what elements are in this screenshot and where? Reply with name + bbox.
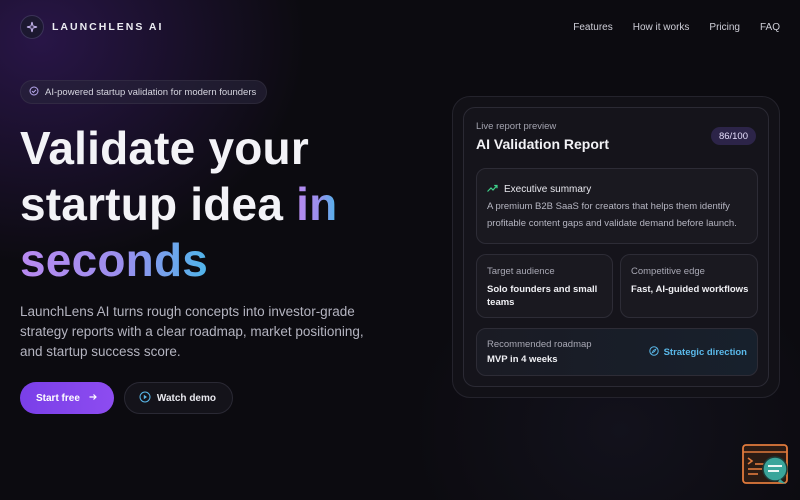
roadmap-box: Recommended roadmap MVP in 4 weeks Strat… bbox=[476, 328, 758, 376]
roadmap-value: MVP in 4 weeks bbox=[487, 354, 558, 365]
play-circle-icon bbox=[139, 391, 151, 406]
compass-icon bbox=[648, 346, 659, 359]
summary-title: Executive summary bbox=[504, 183, 592, 195]
audience-value: Solo founders and small teams bbox=[487, 284, 598, 308]
arrow-right-icon bbox=[88, 392, 98, 405]
headline-line-2: startup idea bbox=[20, 178, 284, 230]
hero-subtext: LaunchLens AI turns rough concepts into … bbox=[20, 304, 364, 359]
audience-label: Target audience bbox=[487, 266, 555, 277]
headline-accent-seconds: seconds bbox=[20, 234, 209, 286]
report-card-inner: Live report preview AI Validation Report… bbox=[463, 107, 769, 387]
headline-line-1: Validate your bbox=[20, 122, 309, 174]
check-circle-icon bbox=[29, 83, 39, 101]
nav-links: Features How it works Pricing FAQ bbox=[573, 22, 780, 33]
headline-accent-in: in bbox=[296, 178, 338, 230]
nav-link-features[interactable]: Features bbox=[573, 22, 612, 33]
start-free-label: Start free bbox=[36, 392, 80, 404]
cta-row: Start free Watch demo bbox=[20, 382, 233, 414]
summary-text: A premium B2B SaaS for creators that hel… bbox=[487, 201, 737, 229]
executive-summary-box: Executive summary A premium B2B SaaS for… bbox=[476, 168, 758, 244]
trend-up-icon bbox=[487, 180, 498, 198]
edge-label: Competitive edge bbox=[631, 266, 705, 277]
report-title: AI Validation Report bbox=[476, 136, 610, 152]
target-audience-box: Target audience Solo founders and small … bbox=[476, 254, 613, 318]
summary-header: Executive summary bbox=[487, 180, 591, 198]
score-badge: 86/100 bbox=[710, 127, 756, 145]
strategic-direction-label: Strategic direction bbox=[663, 347, 747, 358]
top-nav: LAUNCHLENS AI Features How it works Pric… bbox=[20, 14, 780, 40]
start-free-button[interactable]: Start free bbox=[20, 382, 114, 414]
report-label: Live report preview bbox=[476, 121, 557, 132]
nav-link-pricing[interactable]: Pricing bbox=[709, 22, 740, 33]
strategic-direction-link[interactable]: Strategic direction bbox=[648, 346, 747, 359]
sparkle-icon bbox=[20, 15, 44, 39]
roadmap-label: Recommended roadmap bbox=[487, 339, 592, 350]
nav-link-how-it-works[interactable]: How it works bbox=[633, 22, 690, 33]
terminal-chat-icon[interactable] bbox=[742, 444, 790, 486]
report-preview-card: Live report preview AI Validation Report… bbox=[452, 96, 780, 398]
edge-value: Fast, AI-guided workflows bbox=[631, 284, 749, 295]
pill-text: AI-powered startup validation for modern… bbox=[45, 86, 257, 98]
announcement-pill: AI-powered startup validation for modern… bbox=[20, 80, 268, 104]
nav-link-faq[interactable]: FAQ bbox=[760, 22, 780, 33]
competitive-edge-box: Competitive edge Fast, AI-guided workflo… bbox=[620, 254, 758, 318]
watch-demo-label: Watch demo bbox=[156, 392, 216, 404]
watch-demo-button[interactable]: Watch demo bbox=[123, 382, 233, 414]
brand-name: LAUNCHLENS AI bbox=[52, 21, 164, 33]
hero-headline: Validate your startup idea in seconds bbox=[20, 120, 400, 288]
brand[interactable]: LAUNCHLENS AI bbox=[20, 15, 163, 39]
